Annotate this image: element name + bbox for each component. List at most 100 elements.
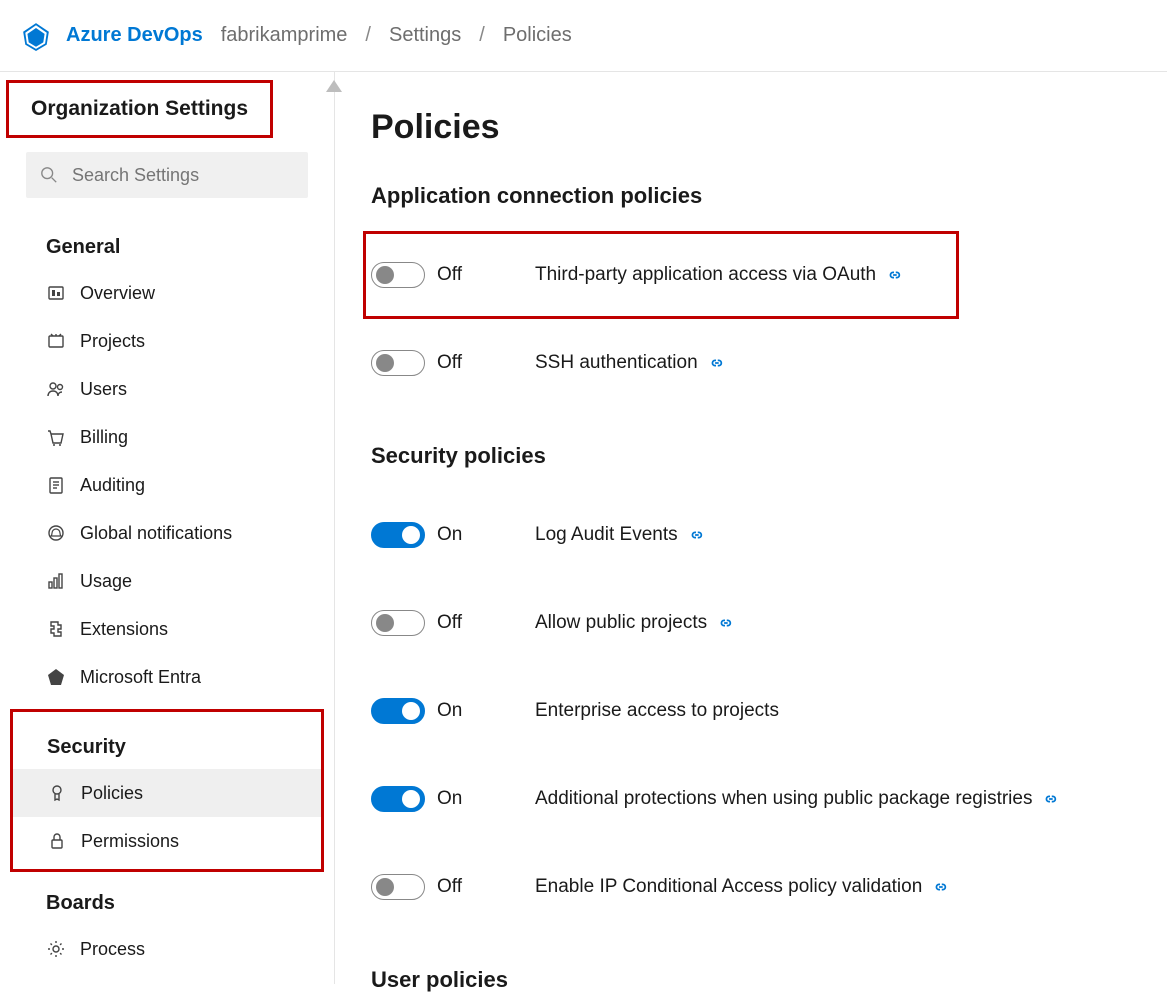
sidebar-item-label: Auditing xyxy=(80,475,145,496)
sidebar-item-policies[interactable]: Policies xyxy=(13,769,321,817)
sidebar-item-microsoft-entra[interactable]: Microsoft Entra xyxy=(0,653,334,701)
policy-row: Off SSH authentication xyxy=(371,319,1147,407)
sidebar-security-highlight: Security Policies Permissions xyxy=(10,709,324,872)
policy-toggle[interactable] xyxy=(371,262,425,288)
policy-name: Allow public projects xyxy=(535,612,733,634)
sidebar-item-label: Microsoft Entra xyxy=(80,667,201,688)
overview-icon xyxy=(46,283,66,303)
sidebar-item-extensions[interactable]: Extensions xyxy=(0,605,334,653)
policy-toggle-state: Off xyxy=(437,876,521,898)
sidebar-item-label: Usage xyxy=(80,571,132,592)
policy-toggle-state: On xyxy=(437,700,521,722)
policy-name-text: Enterprise access to projects xyxy=(535,700,779,722)
search-settings-container[interactable] xyxy=(26,152,308,198)
policy-section-title: Application connection policies xyxy=(371,183,1147,209)
policies-icon xyxy=(47,783,67,803)
breadcrumb-separator: / xyxy=(365,24,371,47)
breadcrumb-org[interactable]: fabrikamprime xyxy=(221,24,348,47)
projects-icon xyxy=(46,331,66,351)
sidebar-item-label: Permissions xyxy=(81,831,179,852)
policy-section-title: User policies xyxy=(371,967,1147,993)
main-content: Policies Application connection policies… xyxy=(335,72,1167,984)
policy-toggle-state: Off xyxy=(437,612,521,634)
notifications-icon xyxy=(46,523,66,543)
policy-row: Off Allow public projects xyxy=(371,579,1147,667)
extensions-icon xyxy=(46,619,66,639)
sidebar-item-label: Process xyxy=(80,939,145,960)
sidebar-item-label: Billing xyxy=(80,427,128,448)
policy-row: On Enterprise access to projects xyxy=(371,667,1147,755)
azure-devops-logo-icon[interactable] xyxy=(20,20,52,52)
policy-name-text: Allow public projects xyxy=(535,612,707,634)
policy-name-text: Enable IP Conditional Access policy vali… xyxy=(535,876,922,898)
sidebar-title: Organization Settings xyxy=(6,80,273,138)
sidebar-section-security: Security xyxy=(13,716,321,769)
sidebar-item-label: Extensions xyxy=(80,619,168,640)
entra-icon xyxy=(46,667,66,687)
sidebar-item-label: Global notifications xyxy=(80,523,232,544)
policy-toggle[interactable] xyxy=(371,698,425,724)
policy-toggle-state: On xyxy=(437,788,521,810)
usage-icon xyxy=(46,571,66,591)
sidebar-item-auditing[interactable]: Auditing xyxy=(0,461,334,509)
policy-name: Third-party application access via OAuth xyxy=(535,264,902,286)
policy-section-title: Security policies xyxy=(371,443,1147,469)
breadcrumb-policies[interactable]: Policies xyxy=(503,24,572,47)
policy-row: On Additional protections when using publ… xyxy=(371,755,1147,843)
breadcrumb-brand[interactable]: Azure DevOps xyxy=(66,24,203,47)
link-icon[interactable] xyxy=(688,527,704,543)
policy-toggle-state: Off xyxy=(437,264,521,286)
sidebar-item-label: Overview xyxy=(80,283,155,304)
sidebar-item-overview[interactable]: Overview xyxy=(0,269,334,317)
policy-row: Off Enable IP Conditional Access policy v… xyxy=(371,843,1147,931)
policy-name-text: Additional protections when using public… xyxy=(535,788,1032,810)
sidebar-item-users[interactable]: Users xyxy=(0,365,334,413)
link-icon[interactable] xyxy=(1042,791,1058,807)
policy-toggle-state: Off xyxy=(437,352,521,374)
sidebar-section-general: General xyxy=(0,216,334,269)
top-bar: Azure DevOps fabrikamprime / Settings / … xyxy=(0,0,1167,72)
permissions-icon xyxy=(47,831,67,851)
policy-name: Enable IP Conditional Access policy vali… xyxy=(535,876,948,898)
link-icon[interactable] xyxy=(717,615,733,631)
policy-row: On Log Audit Events xyxy=(371,491,1147,579)
auditing-icon xyxy=(46,475,66,495)
sidebar-item-label: Policies xyxy=(81,783,143,804)
process-icon xyxy=(46,939,66,959)
policy-toggle[interactable] xyxy=(371,350,425,376)
sidebar-item-permissions[interactable]: Permissions xyxy=(13,817,321,865)
policy-name-text: Log Audit Events xyxy=(535,524,678,546)
sidebar-item-billing[interactable]: Billing xyxy=(0,413,334,461)
sidebar: Organization Settings General Overview Pr… xyxy=(0,72,335,984)
users-icon xyxy=(46,379,66,399)
policy-name-text: Third-party application access via OAuth xyxy=(535,264,876,286)
sidebar-item-projects[interactable]: Projects xyxy=(0,317,334,365)
sidebar-section-boards: Boards xyxy=(0,872,334,925)
sidebar-item-process[interactable]: Process xyxy=(0,925,334,973)
sidebar-item-label: Users xyxy=(80,379,127,400)
search-settings-input[interactable] xyxy=(70,164,294,187)
policy-name: SSH authentication xyxy=(535,352,724,374)
sidebar-item-global-notifications[interactable]: Global notifications xyxy=(0,509,334,557)
breadcrumb-separator: / xyxy=(479,24,485,47)
link-icon[interactable] xyxy=(932,879,948,895)
policy-toggle[interactable] xyxy=(371,786,425,812)
link-icon[interactable] xyxy=(708,355,724,371)
policy-row: Off Third-party application access via OA… xyxy=(363,231,959,319)
page-title: Policies xyxy=(371,108,1147,147)
policy-name: Additional protections when using public… xyxy=(535,788,1058,810)
search-icon xyxy=(40,165,58,185)
policy-toggle[interactable] xyxy=(371,610,425,636)
sidebar-item-label: Projects xyxy=(80,331,145,352)
sidebar-item-usage[interactable]: Usage xyxy=(0,557,334,605)
policy-name-text: SSH authentication xyxy=(535,352,698,374)
policy-name: Enterprise access to projects xyxy=(535,700,779,722)
policy-toggle-state: On xyxy=(437,524,521,546)
breadcrumb-settings[interactable]: Settings xyxy=(389,24,461,47)
policy-toggle[interactable] xyxy=(371,522,425,548)
policy-toggle[interactable] xyxy=(371,874,425,900)
policy-name: Log Audit Events xyxy=(535,524,704,546)
link-icon[interactable] xyxy=(886,267,902,283)
billing-icon xyxy=(46,427,66,447)
breadcrumb: Azure DevOps fabrikamprime / Settings / … xyxy=(66,24,572,47)
